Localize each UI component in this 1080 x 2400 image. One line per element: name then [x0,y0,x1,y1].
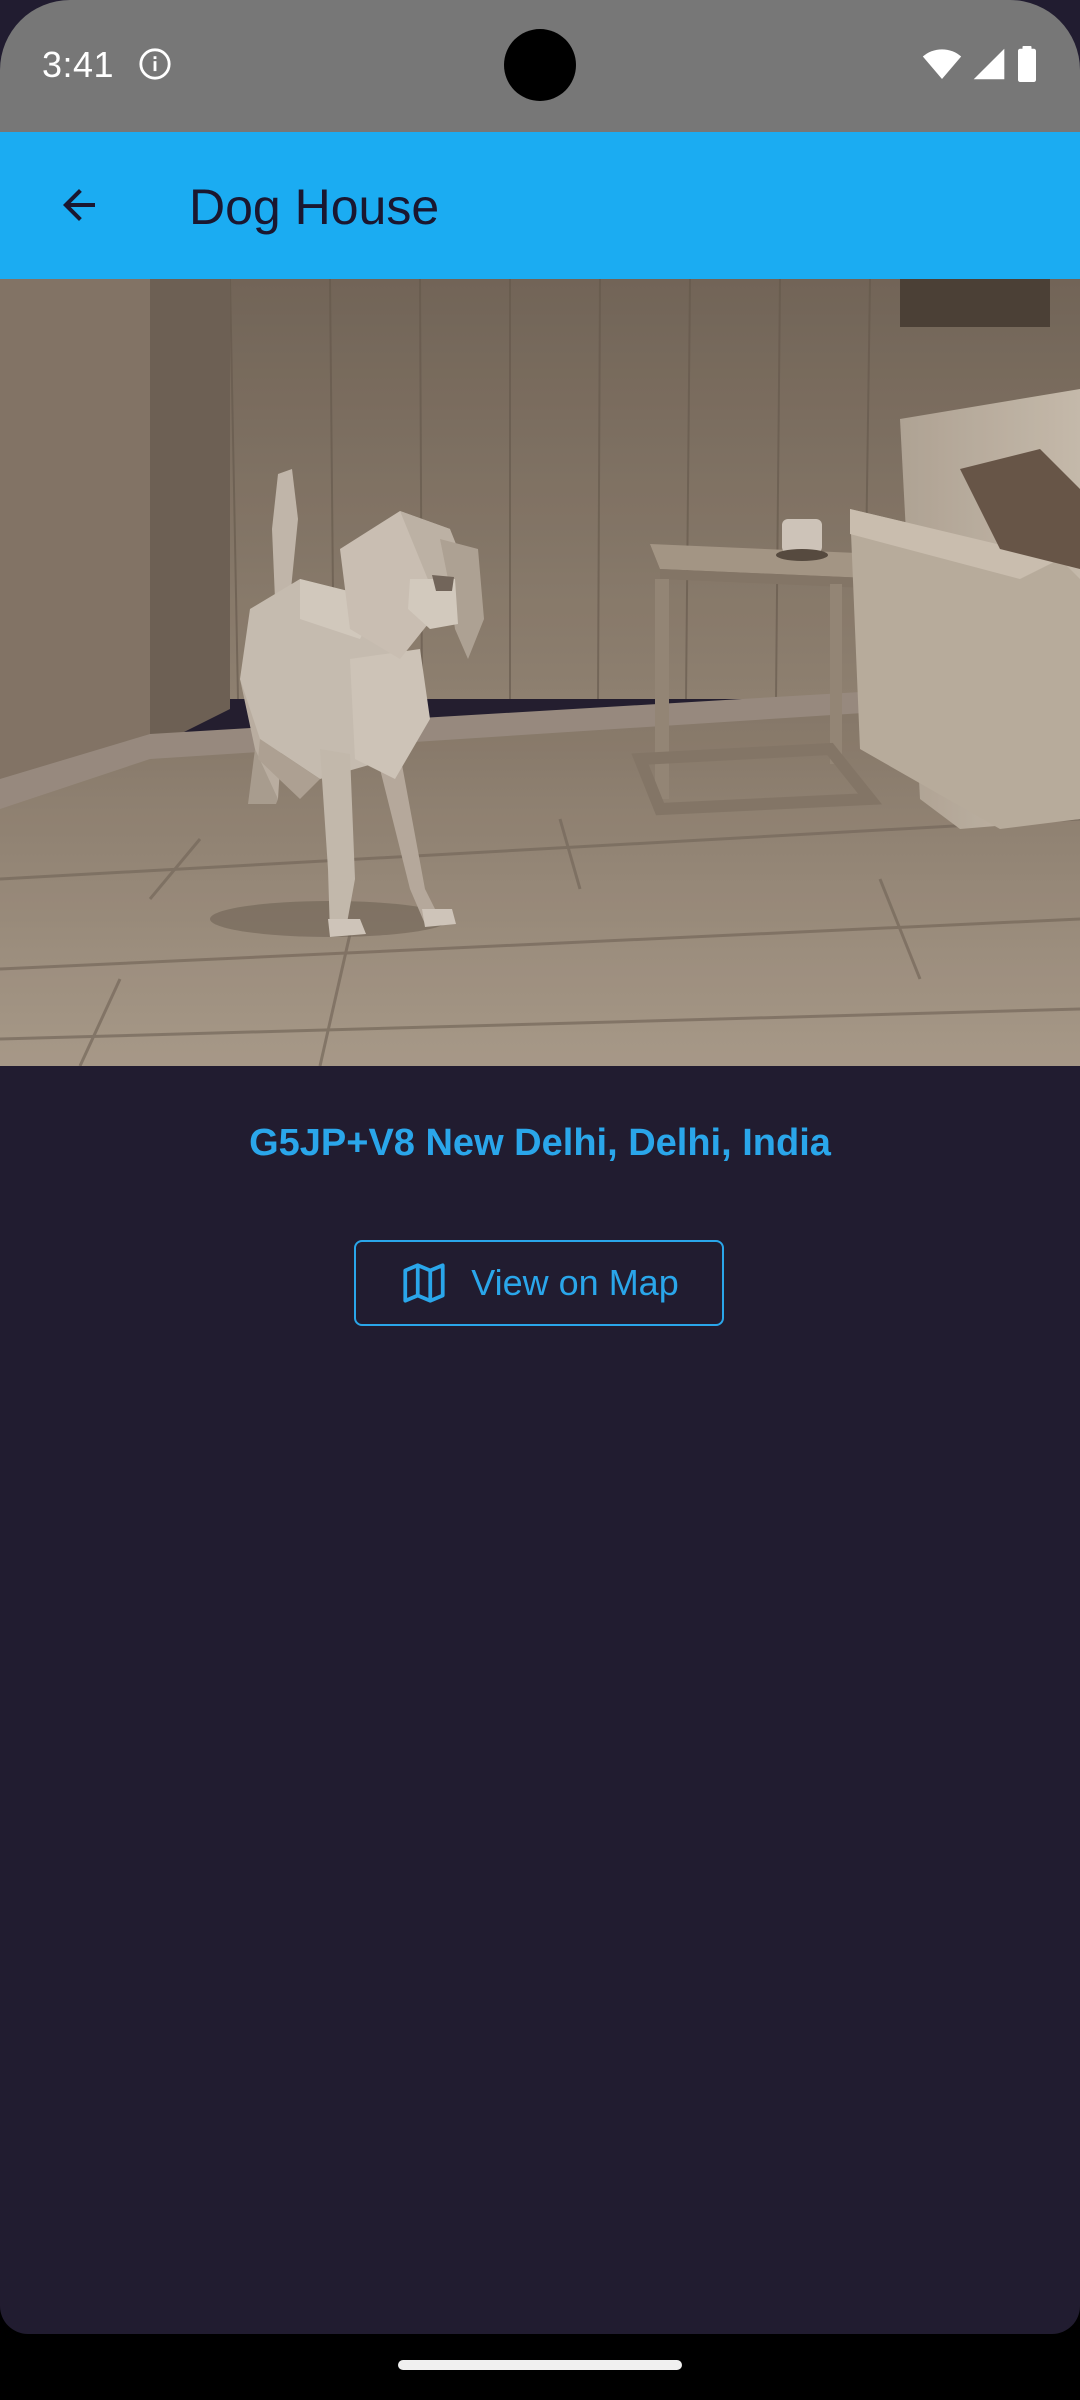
view-on-map-label: View on Map [471,1262,679,1303]
back-button[interactable] [36,162,122,248]
app-bar: Dog House [0,132,1080,279]
wifi-icon [922,49,962,79]
status-icons [922,46,1038,82]
screen: 3:41 Dog House G5JP+V8 New Delhi, Delhi,… [0,0,1080,2400]
dog-room-image [0,279,1080,1066]
info-icon [139,48,171,80]
map-icon [399,1258,449,1308]
camera-cutout [504,29,576,101]
page-title: Dog House [189,179,440,235]
battery-icon [1018,46,1036,82]
status-time: 3:41 [42,44,115,85]
app-container: 3:41 Dog House G5JP+V8 New Delhi, Delhi,… [0,0,1080,2334]
location-address: G5JP+V8 New Delhi, Delhi, India [249,1122,831,1164]
arrow-back-icon [63,189,95,221]
status-bar: 3:41 [0,0,1080,132]
view-on-map-button[interactable]: View on Map [354,1240,724,1326]
signal-icon [973,48,1005,80]
home-indicator[interactable] [398,2360,682,2370]
